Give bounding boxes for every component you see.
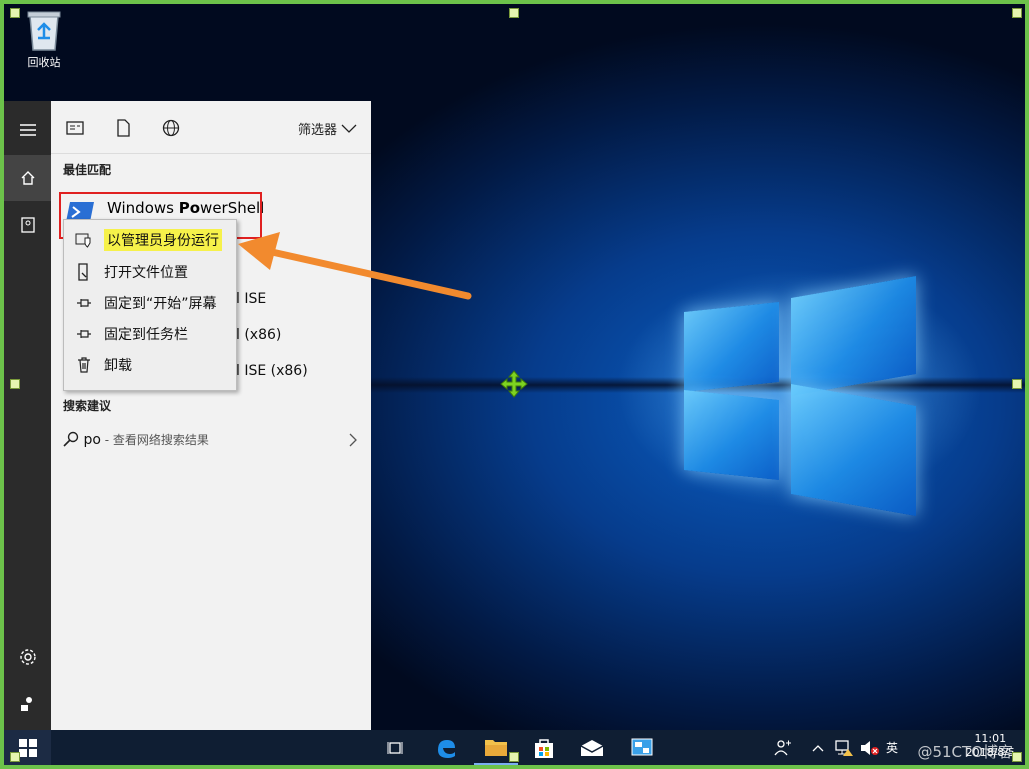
open-file-location-item[interactable]: 打开文件位置 (64, 257, 236, 287)
filter-label: 筛选器 (297, 123, 337, 138)
network-warning-icon (835, 739, 853, 756)
best-match-heading: 最佳匹配 (63, 163, 112, 177)
search-icon (63, 431, 79, 447)
network-button[interactable] (834, 730, 854, 765)
mail-icon (580, 739, 604, 756)
chevron-up-icon (812, 744, 824, 751)
recycle-bin[interactable]: 回收站 (16, 8, 72, 70)
hamburger-icon (19, 124, 36, 136)
ime-label: 英 (886, 741, 899, 755)
document-user-icon (20, 217, 35, 233)
selection-handle[interactable] (1012, 752, 1022, 762)
shield-window-icon (75, 233, 91, 248)
folder-icon (485, 739, 507, 756)
pin-to-taskbar-label: 固定到任务栏 (104, 327, 188, 343)
selection-handle[interactable] (1012, 8, 1022, 18)
annotation-arrow (238, 232, 472, 300)
chevron-right-icon (349, 433, 357, 447)
selection-handle[interactable] (10, 8, 20, 18)
suggestion-description: - 查看网络搜索结果 (100, 433, 209, 447)
selection-handle[interactable] (1012, 379, 1022, 389)
recycle-bin-label: 回收站 (27, 56, 61, 69)
gear-icon (19, 649, 36, 665)
show-hidden-icons-button[interactable] (812, 730, 824, 765)
home-icon (21, 171, 34, 185)
uninstall-label: 卸载 (104, 358, 132, 374)
mail-button[interactable] (570, 730, 614, 765)
selection-handle[interactable] (10, 752, 20, 762)
result-item[interactable]: l ISE (x86) (236, 363, 308, 379)
ime-button[interactable]: 英 (886, 730, 898, 765)
volume-button[interactable] (860, 730, 880, 765)
trash-icon (78, 357, 90, 373)
task-view-button[interactable] (376, 730, 416, 765)
recycle-bin-icon (27, 11, 61, 51)
selection-handle[interactable] (509, 752, 519, 762)
remote-desktop-button[interactable] (620, 730, 664, 765)
move-cursor-icon (500, 370, 528, 398)
folder-location-icon (78, 263, 88, 281)
feedback-button[interactable] (4, 681, 51, 727)
feedback-icon (20, 697, 32, 711)
context-menu: 以管理员身份运行 打开文件位置 固定到“开始”屏幕 固定到任务栏 卸载 (63, 219, 237, 391)
documents-scope-icon[interactable] (114, 119, 132, 137)
result-item[interactable]: l (x86) (236, 327, 281, 343)
run-as-admin-item[interactable]: 以管理员身份运行 (64, 225, 236, 255)
edge-icon (438, 739, 455, 758)
filter-dropdown[interactable]: 筛选器 (298, 119, 357, 138)
open-file-location-label: 打开文件位置 (104, 265, 188, 281)
remote-desktop-icon (631, 738, 653, 755)
windows-logo-wallpaper (669, 269, 919, 517)
people-button[interactable] (774, 730, 792, 765)
windows-start-icon (18, 738, 37, 757)
edge-button[interactable] (424, 730, 468, 765)
people-icon (774, 739, 791, 755)
selection-handle[interactable] (10, 379, 20, 389)
pin-icon (77, 330, 91, 338)
run-as-admin-label: 以管理员身份运行 (104, 229, 222, 251)
documents-button[interactable] (4, 202, 51, 248)
scope-toolbar: 筛选器 (51, 101, 371, 154)
settings-button[interactable] (4, 634, 51, 680)
task-view-icon (387, 741, 403, 754)
store-icon (535, 738, 553, 758)
volume-muted-icon (861, 740, 879, 755)
chevron-down-icon (341, 124, 357, 133)
web-scope-icon[interactable] (162, 119, 180, 137)
pin-to-start-item[interactable]: 固定到“开始”屏幕 (64, 288, 236, 318)
start-rail (4, 101, 51, 730)
search-suggestions-heading: 搜索建议 (63, 399, 112, 413)
selection-handle[interactable] (509, 8, 519, 18)
hamburger-button[interactable] (4, 107, 51, 153)
home-button[interactable] (4, 155, 51, 201)
apps-scope-icon[interactable] (66, 119, 84, 137)
uninstall-item[interactable]: 卸载 (64, 350, 236, 380)
pin-to-taskbar-item[interactable]: 固定到任务栏 (64, 319, 236, 349)
web-suggestion[interactable]: po - 查看网络搜索结果 (63, 431, 363, 451)
store-button[interactable] (522, 730, 566, 765)
pin-to-start-label: 固定到“开始”屏幕 (104, 296, 217, 312)
pin-icon (77, 299, 91, 307)
suggestion-query: po (83, 432, 101, 448)
watermark-text: @51CTO博客 (917, 743, 1013, 761)
